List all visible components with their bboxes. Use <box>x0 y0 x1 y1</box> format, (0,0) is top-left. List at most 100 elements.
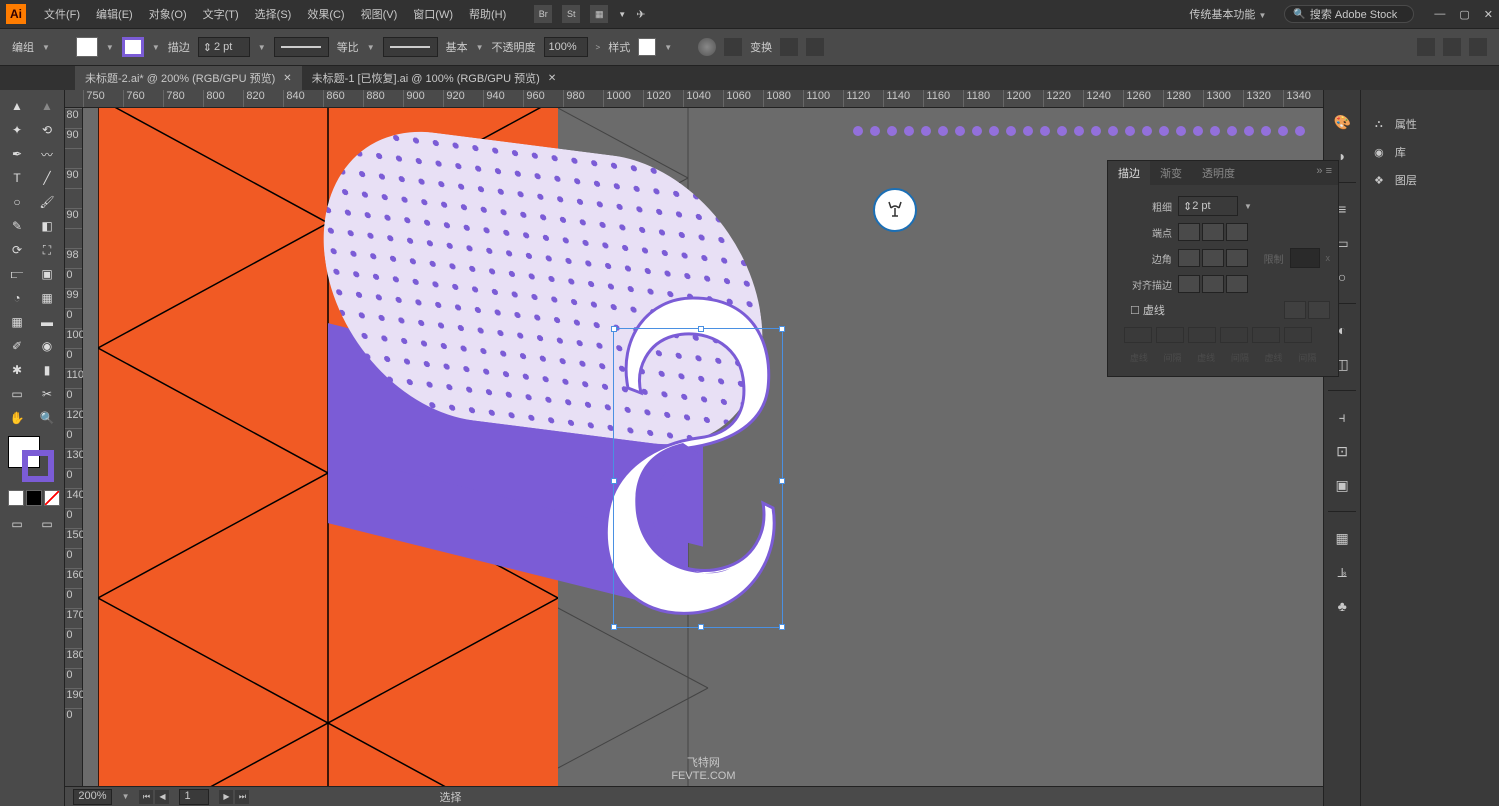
blend-tool[interactable]: ◉ <box>32 334 62 358</box>
tab-doc-2[interactable]: 未标题-1 [已恢复].ai @ 100% (RGB/GPU 预览)✕ <box>302 66 567 90</box>
menu-type[interactable]: 文字(T) <box>195 6 247 22</box>
gap-input-2[interactable] <box>1220 327 1248 343</box>
stroke-weight-input[interactable]: ⇕ 2 pt <box>198 37 250 57</box>
dash-checkbox[interactable]: ☐ 虚线 <box>1130 302 1165 318</box>
color-palette-icon[interactable]: 🎨 <box>1330 110 1354 134</box>
bridge-icon[interactable]: Br <box>534 5 552 23</box>
symbols-panel-icon[interactable]: ♣ <box>1330 594 1354 618</box>
line-tool[interactable]: ╱ <box>32 166 62 190</box>
recolor-icon[interactable] <box>698 38 716 56</box>
menu-effect[interactable]: 效果(C) <box>299 6 352 22</box>
menu-select[interactable]: 选择(S) <box>247 6 300 22</box>
snap-icon[interactable] <box>1443 38 1461 56</box>
gradient-tool[interactable]: ▬ <box>32 310 62 334</box>
symbol-sprayer-tool[interactable]: ✱ <box>2 358 32 382</box>
prev-page-button[interactable]: ◀ <box>155 790 169 804</box>
mesh-tool[interactable]: ▦ <box>2 310 32 334</box>
layers-panel-button[interactable]: ❖ 图层 <box>1361 166 1499 194</box>
eyedropper-tool[interactable]: ✐ <box>2 334 32 358</box>
first-page-button[interactable]: ⏮ <box>139 790 153 804</box>
pen-tool[interactable]: ✒ <box>2 142 32 166</box>
corner-miter-button[interactable] <box>1178 249 1200 267</box>
align-panel-icon[interactable]: ⫞ <box>1330 405 1354 429</box>
dash-input-2[interactable] <box>1188 327 1216 343</box>
prefs-icon[interactable] <box>1469 38 1487 56</box>
shaper-tool[interactable]: ✎ <box>2 214 32 238</box>
pathfinder-icon[interactable]: ▣ <box>1330 473 1354 497</box>
magic-wand-tool[interactable]: ✦ <box>2 118 32 142</box>
fill-stroke-control[interactable] <box>8 436 58 486</box>
properties-panel-button[interactable]: ⛬ 属性 <box>1361 110 1499 138</box>
color-mode-color[interactable] <box>8 490 24 506</box>
gpu-icon[interactable]: ✈ <box>636 8 645 21</box>
scale-tool[interactable]: ⛶ <box>32 238 62 262</box>
width-tool[interactable]: ⫍ <box>2 262 32 286</box>
dropdown-icon[interactable]: ▼ <box>1244 202 1252 211</box>
hand-tool[interactable]: ✋ <box>2 406 32 430</box>
isolate-icon[interactable] <box>780 38 798 56</box>
miter-limit-input[interactable] <box>1290 248 1320 268</box>
perspective-tool[interactable]: ▦ <box>32 286 62 310</box>
curvature-tool[interactable]: 〰 <box>32 142 62 166</box>
menu-file[interactable]: 文件(F) <box>36 6 88 22</box>
close-tab-icon[interactable]: ✕ <box>283 73 291 84</box>
type-tool[interactable]: T <box>2 166 32 190</box>
ellipse-tool[interactable]: ○ <box>2 190 32 214</box>
gap-input-1[interactable] <box>1156 327 1184 343</box>
stroke-weight-field[interactable]: ⇕ 2 pt <box>1178 196 1238 216</box>
tab-doc-1[interactable]: 未标题-2.ai* @ 200% (RGB/GPU 预览)✕ <box>75 66 302 90</box>
free-transform-tool[interactable]: ▣ <box>32 262 62 286</box>
opacity-input[interactable]: 100% <box>544 37 588 57</box>
cap-projecting-button[interactable] <box>1226 223 1248 241</box>
selection-tool[interactable]: ▲ <box>2 94 32 118</box>
stroke-panel[interactable]: 描边 渐变 透明度 » ≡ 粗细 ⇕ 2 pt ▼ 端点 边角 限制 <box>1107 160 1339 377</box>
color-mode-none[interactable] <box>44 490 60 506</box>
next-page-button[interactable]: ▶ <box>219 790 233 804</box>
arrange-icon[interactable]: ▦ <box>590 5 608 23</box>
selection-bounding-box[interactable] <box>613 328 783 628</box>
graph-tool[interactable]: ▮ <box>32 358 62 382</box>
gap-input-3[interactable] <box>1284 327 1312 343</box>
last-page-button[interactable]: ⏭ <box>235 790 249 804</box>
workspace-selector[interactable]: 传统基本功能 ▼ <box>1181 4 1274 24</box>
screen-mode-normal[interactable]: ▭ <box>2 512 32 536</box>
slice-tool[interactable]: ✂ <box>32 382 62 406</box>
zoom-input[interactable]: 200% <box>73 789 111 805</box>
brushes-panel-icon[interactable]: ⫡ <box>1330 560 1354 584</box>
dash-preserve-button[interactable] <box>1284 301 1306 319</box>
brush-def[interactable] <box>383 37 438 57</box>
transform-label[interactable]: 变换 <box>750 39 772 55</box>
corner-round-button[interactable] <box>1202 249 1224 267</box>
minimize-icon[interactable]: — <box>1434 8 1445 21</box>
edit-icon[interactable] <box>806 38 824 56</box>
cap-round-button[interactable] <box>1202 223 1224 241</box>
style-swatch[interactable] <box>638 38 656 56</box>
dash-input-3[interactable] <box>1252 327 1280 343</box>
search-input[interactable]: 🔍 搜索 Adobe Stock <box>1284 5 1414 23</box>
menu-help[interactable]: 帮助(H) <box>461 6 514 22</box>
menu-view[interactable]: 视图(V) <box>353 6 406 22</box>
panel-menu-icon[interactable]: » ≡ <box>1310 161 1338 185</box>
stroke-profile[interactable] <box>274 37 329 57</box>
page-input[interactable]: 1 <box>179 789 209 805</box>
arrow-down-icon[interactable]: ▼ <box>618 10 626 19</box>
grid-icon[interactable] <box>1417 38 1435 56</box>
menu-edit[interactable]: 编辑(E) <box>88 6 141 22</box>
stock-icon[interactable]: St <box>562 5 580 23</box>
align-inside-button[interactable] <box>1202 275 1224 293</box>
panel-tab-stroke[interactable]: 描边 <box>1108 161 1150 185</box>
maximize-icon[interactable]: ▢ <box>1459 8 1469 21</box>
libraries-panel-button[interactable]: ◉ 库 <box>1361 138 1499 166</box>
screen-mode-full[interactable]: ▭ <box>32 512 62 536</box>
paintbrush-tool[interactable]: 🖌 <box>32 190 62 214</box>
menu-window[interactable]: 窗口(W) <box>405 6 461 22</box>
panel-tab-gradient[interactable]: 渐变 <box>1150 161 1192 185</box>
close-tab-icon[interactable]: ✕ <box>548 73 556 84</box>
zoom-tool[interactable]: 🔍 <box>32 406 62 430</box>
close-icon[interactable]: ✕ <box>1484 8 1493 21</box>
panel-tab-transparency[interactable]: 透明度 <box>1192 161 1245 185</box>
align-outside-button[interactable] <box>1226 275 1248 293</box>
lasso-tool[interactable]: ⟲ <box>32 118 62 142</box>
direct-selection-tool[interactable]: ▲ <box>32 94 62 118</box>
transform-panel-icon[interactable]: ⊡ <box>1330 439 1354 463</box>
